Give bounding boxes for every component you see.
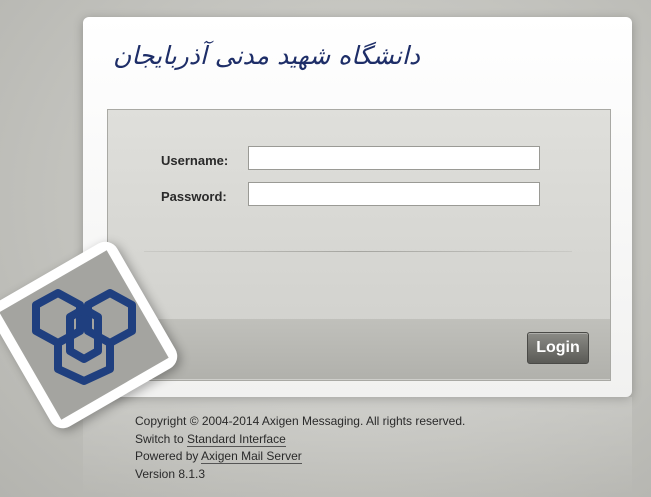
password-input[interactable]	[248, 182, 540, 206]
copyright-text: Copyright © 2004-2014 Axigen Messaging. …	[135, 414, 466, 428]
password-label: Password:	[161, 189, 227, 204]
switch-prefix: Switch to	[135, 431, 188, 446]
username-label: Username:	[161, 153, 229, 168]
university-hexagon-emblem-icon	[31, 289, 136, 385]
username-input[interactable]	[248, 146, 540, 170]
standard-interface-link[interactable]: Standard Interface	[187, 431, 286, 447]
university-logo-text: دانشگاه شهید مدنی آذربایجان	[113, 41, 420, 70]
switch-interface-line: Switch to Standard Interface	[135, 431, 465, 449]
powered-by-line: Powered by Axigen Mail Server	[135, 448, 465, 466]
footer-info: Copyright © 2004-2014 Axigen Messaging. …	[135, 413, 465, 483]
powered-prefix: Powered by	[135, 449, 202, 463]
axigen-mail-server-link[interactable]: Axigen Mail Server	[201, 449, 302, 464]
login-button[interactable]: Login	[527, 332, 589, 364]
emblem-background	[0, 250, 169, 420]
form-separator	[144, 251, 572, 252]
version-text: Version 8.1.3	[135, 466, 206, 481]
